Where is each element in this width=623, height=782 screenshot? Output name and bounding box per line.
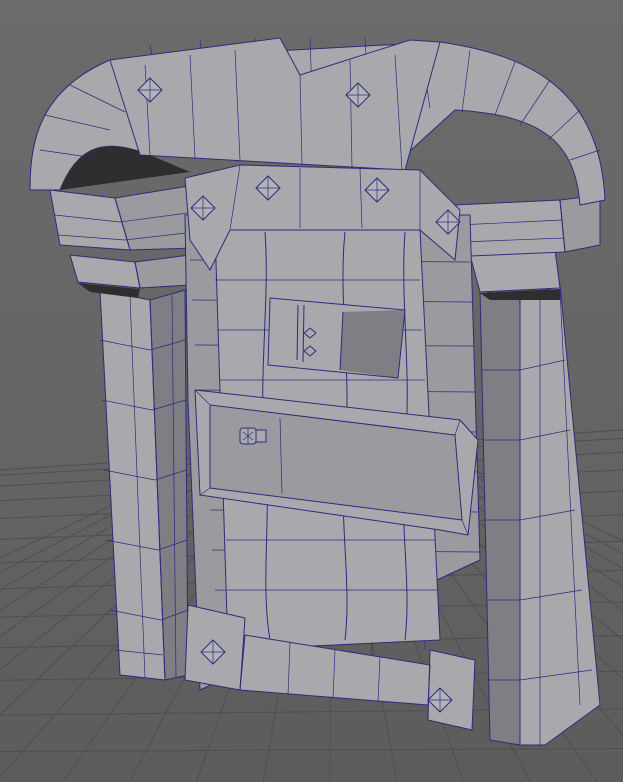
grid-line xyxy=(0,747,623,753)
door-latch-plate xyxy=(267,297,406,379)
archway-model[interactable] xyxy=(29,37,606,746)
left-pillar xyxy=(49,184,196,681)
maya-viewport[interactable] xyxy=(0,0,623,782)
padlock-icon xyxy=(239,427,267,445)
